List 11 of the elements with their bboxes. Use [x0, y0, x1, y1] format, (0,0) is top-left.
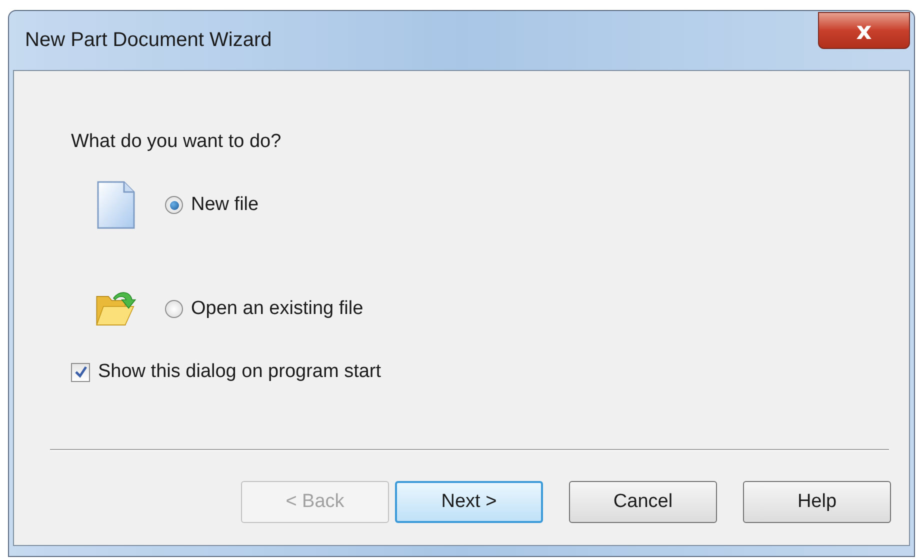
- radio-option[interactable]: New file: [165, 194, 259, 216]
- document-icon: [95, 180, 137, 230]
- close-button[interactable]: x: [818, 12, 910, 49]
- dialog-button[interactable]: Cancel: [569, 481, 717, 523]
- question-text: What do you want to do?: [71, 131, 282, 153]
- option-label: New file: [191, 194, 259, 216]
- checkbox[interactable]: [71, 362, 90, 382]
- dialog-button[interactable]: Help: [743, 481, 891, 523]
- checkbox-label: Show this dialog on program start: [98, 361, 382, 383]
- window-title: New Part Document Wizard: [25, 29, 272, 52]
- dialog-button[interactable]: Next >: [395, 481, 543, 523]
